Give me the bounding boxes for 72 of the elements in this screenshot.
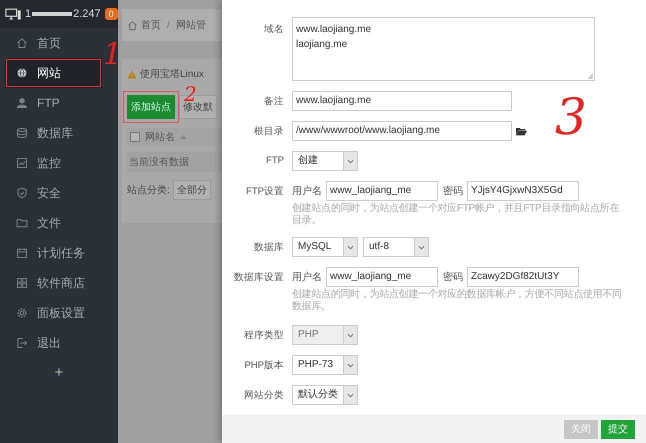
nav-item[interactable]: 退出 — [0, 328, 102, 358]
field-label: 用户名 — [292, 184, 322, 198]
handwritten-number: 1 — [103, 40, 122, 70]
field-label: 数据库设置 — [233, 271, 285, 285]
ip-text: 1 — [25, 8, 32, 20]
username-input[interactable]: www_laojiang_me — [326, 181, 438, 201]
text-input[interactable]: www.laojiang.me — [292, 91, 512, 111]
field-label: 数据库 — [253, 241, 285, 255]
calendar-icon — [16, 247, 28, 259]
nav-item[interactable]: 文件 — [0, 208, 102, 238]
field-label: 用户名 — [292, 270, 322, 284]
empty-table-text: 当前没有数据 — [127, 152, 222, 172]
category-select[interactable]: 全部分 — [172, 180, 211, 200]
password-input[interactable]: Zcawy2DGf82tUt3Y — [467, 267, 579, 287]
home-icon — [127, 20, 138, 30]
field-label: 根目录 — [253, 125, 285, 139]
database-icon — [16, 127, 28, 139]
field-label: 域名 — [263, 23, 285, 37]
field-label: 密码 — [443, 184, 463, 198]
redaction-bar — [32, 12, 72, 16]
column-header[interactable]: 网站名 — [145, 130, 175, 144]
notification-badge[interactable]: 0 — [104, 8, 118, 20]
breadcrumb-link[interactable]: 首页 — [141, 18, 161, 32]
help-text: 创建站点的同时，为站点创建一个对应的数据库帐户，方便不同站点使用不同数据库。 — [292, 289, 623, 313]
nav-item[interactable]: 软件商店 — [0, 268, 102, 298]
select-field[interactable]: 创建 — [292, 151, 358, 171]
checkbox[interactable] — [130, 132, 140, 142]
select-field[interactable]: MySQL — [292, 237, 358, 257]
folder-icon[interactable] — [516, 126, 527, 136]
username-input[interactable]: www_laojiang_me — [326, 267, 438, 287]
nav-item[interactable]: 监控 — [0, 148, 102, 178]
submit-button[interactable]: 提交 — [601, 420, 635, 438]
monitor-icon — [5, 8, 21, 20]
nav-item[interactable]: 数据库 — [0, 118, 102, 148]
nav-item[interactable]: 计划任务 — [0, 238, 102, 268]
nav-item[interactable]: 首页 — [0, 28, 102, 58]
field-label: FTP — [265, 154, 285, 168]
warning-icon — [127, 70, 137, 78]
help-text: 创建站点的同时，为站点创建一个对应FTP帐户，并且FTP目录指向站点所在目录。 — [292, 203, 620, 227]
nav-item[interactable]: 网站 — [5, 58, 102, 88]
handwritten-number: 3 — [555, 92, 587, 142]
nav-item[interactable]: FTP — [0, 88, 102, 118]
select-field[interactable]: PHP-73 — [292, 355, 358, 375]
field-label: 备注 — [263, 95, 285, 109]
shield-icon — [16, 187, 28, 199]
settings-icon — [16, 307, 28, 319]
exit-icon — [16, 337, 28, 349]
textarea-field[interactable]: www.laojiang.me laojiang.me — [292, 17, 595, 81]
select-field[interactable]: 默认分类 — [292, 385, 358, 405]
nav-item[interactable]: 安全 — [0, 178, 102, 208]
chart-icon — [16, 157, 28, 169]
field-label: 网站分类 — [243, 389, 285, 403]
ip-text: 2.247 — [73, 8, 101, 20]
category-label: 站点分类: — [127, 184, 170, 197]
breadcrumb-separator: / — [166, 20, 171, 30]
grid-icon — [16, 277, 28, 289]
path-input[interactable]: /www/wwwroot/www.laojiang.me — [292, 121, 512, 141]
breadcrumb-link[interactable]: 网站管 — [176, 18, 206, 32]
add-button[interactable]: + — [48, 364, 70, 381]
folder-icon — [16, 217, 28, 229]
field-label: 密码 — [443, 270, 463, 284]
nav-item[interactable]: 面板设置 — [0, 298, 102, 328]
password-input[interactable]: YJjsY4GjxwN3X5Gd — [467, 181, 579, 201]
warning-text: 使用宝塔Linux — [140, 68, 204, 81]
user-icon — [16, 97, 28, 109]
select-field[interactable]: utf-8 — [363, 237, 429, 257]
resize-handle-icon[interactable] — [587, 73, 593, 79]
field-label: FTP设置 — [245, 185, 285, 199]
home-icon — [16, 37, 28, 49]
field-label: PHP版本 — [243, 359, 285, 373]
globe-icon — [16, 67, 28, 79]
field-label: 程序类型 — [243, 329, 285, 343]
